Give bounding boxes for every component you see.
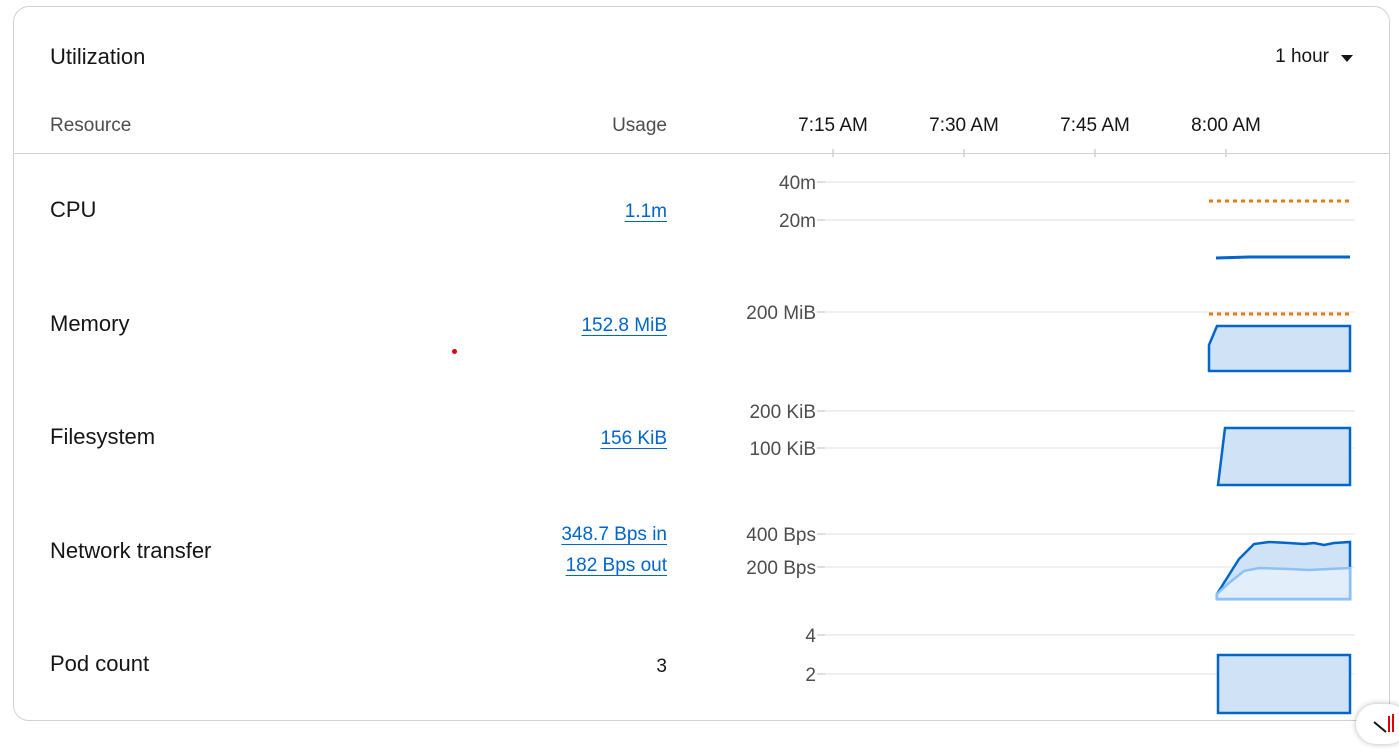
y-tick-label: 400 Bps <box>746 525 816 546</box>
y-tick-label: 200 MiB <box>746 303 816 324</box>
duration-label: 1 hour <box>1275 46 1329 67</box>
cpu-usage-line <box>1215 255 1350 260</box>
memory-usage-area <box>1207 324 1352 373</box>
y-tick-label: 200 Bps <box>746 558 816 579</box>
time-tick-label: 7:30 AM <box>929 115 999 136</box>
pod-count-sparkline-chart: 4 2 <box>805 626 1355 715</box>
time-axis: 7:15 AM 7:30 AM 7:45 AM 8:00 AM <box>798 115 1261 157</box>
time-tick-label: 7:45 AM <box>1060 115 1130 136</box>
resource-row-filesystem: Filesystem 156 KiB 200 KiB 100 KiB <box>14 387 1389 497</box>
pod-count-value: 3 <box>656 656 667 677</box>
header-divider <box>14 153 1389 154</box>
y-tick-label: 200 KiB <box>749 402 816 423</box>
resource-label: CPU <box>50 197 97 222</box>
network-sparkline-chart: 400 Bps 200 Bps <box>746 525 1355 601</box>
usage-link[interactable]: 156 KiB <box>600 423 667 454</box>
pod-count-area <box>1216 653 1352 715</box>
usage-link[interactable]: 1.1m <box>625 196 667 227</box>
resource-label: Pod count <box>50 651 150 676</box>
y-tick-label: 100 KiB <box>749 439 816 460</box>
resource-row-memory: Memory 152.8 MiB 200 MiB <box>14 277 1389 387</box>
help-badge-icon <box>1373 714 1394 733</box>
card-title: Utilization <box>50 44 146 69</box>
time-tick-label: 8:00 AM <box>1191 115 1261 136</box>
utilization-card: Utilization 1 hour Resource Usage 7:15 A… <box>13 6 1390 721</box>
y-tick-label: 40m <box>779 173 816 194</box>
resource-row-pod-count: Pod count 3 4 2 <box>14 617 1389 720</box>
usage-link[interactable]: 152.8 MiB <box>581 310 667 341</box>
filesystem-usage-area <box>1216 426 1352 487</box>
resource-label: Filesystem <box>50 424 156 449</box>
y-tick-label: 4 <box>805 626 816 647</box>
usage-value: 156 KiB <box>600 423 667 454</box>
time-tick-label: 7:15 AM <box>798 115 868 136</box>
duration-dropdown[interactable]: 1 hour <box>1275 46 1353 68</box>
usage-value: 3 <box>656 651 667 682</box>
usage-link-out[interactable]: 182 Bps out <box>561 550 667 581</box>
resource-label: Memory <box>50 311 130 336</box>
y-tick-label: 20m <box>779 211 816 232</box>
usage-value: 152.8 MiB <box>581 310 667 341</box>
caret-down-icon <box>1341 54 1353 62</box>
filesystem-sparkline-chart: 200 KiB 100 KiB <box>749 402 1355 487</box>
resource-label: Network transfer <box>50 538 212 563</box>
resource-row-cpu: CPU 1.1m 40m 20m <box>14 167 1389 277</box>
usage-value: 348.7 Bps in 182 Bps out <box>561 519 667 581</box>
floating-help-button[interactable] <box>1356 704 1399 744</box>
resource-row-network: Network transfer 348.7 Bps in 182 Bps ou… <box>14 497 1389 617</box>
y-tick-label: 2 <box>805 665 816 686</box>
usage-link-in[interactable]: 348.7 Bps in <box>561 519 667 550</box>
cursor-marker <box>452 349 457 354</box>
usage-value: 1.1m <box>625 196 667 227</box>
memory-sparkline-chart: 200 MiB <box>746 303 1355 373</box>
cpu-sparkline-chart: 40m 20m <box>779 173 1355 260</box>
